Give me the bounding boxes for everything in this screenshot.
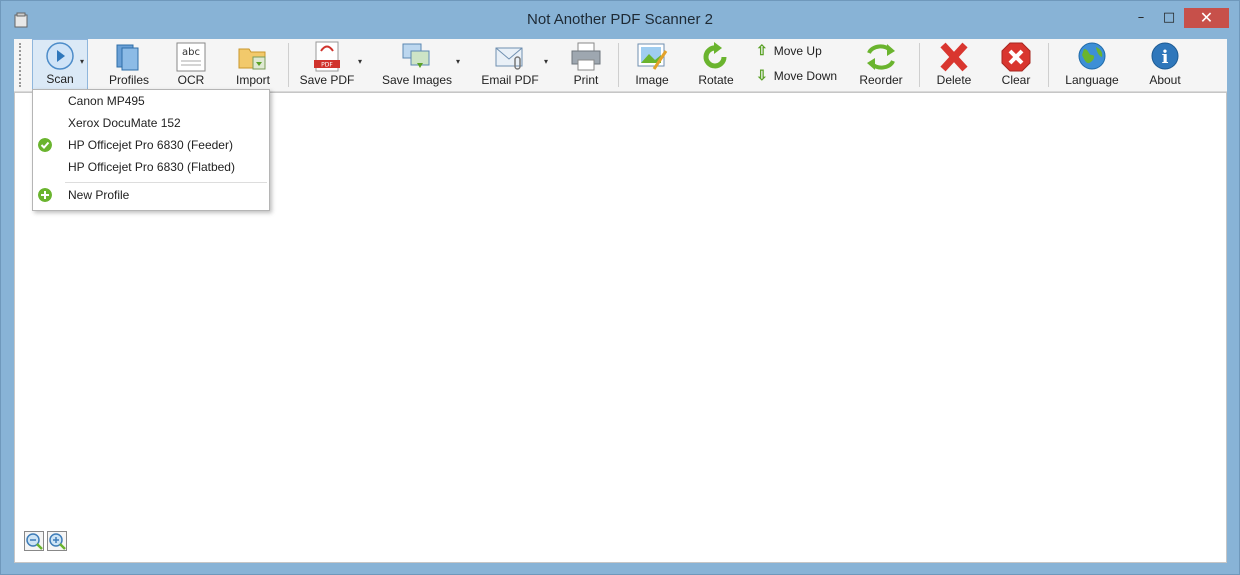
printer-icon bbox=[571, 42, 601, 71]
move-down-button[interactable]: ⇩ Move Down bbox=[756, 64, 837, 86]
ocr-icon-text: abc bbox=[182, 47, 200, 58]
scan-dropdown-arrow[interactable]: ▾ bbox=[80, 57, 84, 66]
delete-x-icon bbox=[940, 42, 968, 72]
menu-item-label: Canon MP495 bbox=[68, 94, 145, 108]
zoom-in-button[interactable] bbox=[47, 531, 67, 551]
app-window: Not Another PDF Scanner 2 – □ ✕ Scan ▾ P… bbox=[0, 0, 1240, 575]
info-icon: i bbox=[1151, 42, 1179, 70]
menu-item-label: HP Officejet Pro 6830 (Flatbed) bbox=[68, 160, 235, 174]
import-label: Import bbox=[235, 73, 270, 87]
import-folder-icon bbox=[238, 48, 266, 70]
save-images-button[interactable]: Save Images bbox=[378, 39, 456, 91]
ocr-label: OCR bbox=[177, 73, 205, 87]
reorder-label: Reorder bbox=[859, 73, 903, 87]
menu-item-new-profile[interactable]: New Profile bbox=[33, 184, 269, 206]
clear-label: Clear bbox=[1001, 73, 1031, 87]
scan-icon bbox=[46, 42, 74, 70]
toolbar-separator bbox=[1048, 43, 1049, 87]
zoom-out-icon bbox=[26, 533, 43, 550]
reorder-button[interactable]: Reorder bbox=[852, 39, 910, 91]
minimize-button[interactable]: – bbox=[1128, 8, 1154, 28]
move-up-label: Move Up bbox=[773, 44, 822, 58]
toolbar-separator bbox=[288, 43, 289, 87]
window-title: Not Another PDF Scanner 2 bbox=[527, 11, 713, 28]
image-label: Image bbox=[635, 73, 669, 87]
ocr-button[interactable]: abc OCR bbox=[164, 39, 218, 91]
rotate-label: Rotate bbox=[698, 73, 734, 87]
toolbar-grip[interactable] bbox=[19, 43, 23, 87]
save-images-icon bbox=[402, 43, 430, 68]
about-button[interactable]: i About bbox=[1136, 39, 1194, 91]
menu-item-label: New Profile bbox=[68, 188, 130, 202]
menu-item-label: Xerox DocuMate 152 bbox=[68, 116, 181, 130]
toolbar-separator bbox=[618, 43, 619, 87]
profiles-label: Profiles bbox=[108, 73, 149, 87]
toolbar: Scan ▾ Profiles abc OCR Import PDF Save … bbox=[14, 39, 1227, 92]
save-pdf-dropdown-arrow[interactable]: ▾ bbox=[358, 57, 362, 66]
about-label: About bbox=[1149, 73, 1181, 87]
menu-separator bbox=[65, 182, 267, 183]
email-pdf-label: Email PDF bbox=[481, 73, 539, 87]
delete-button[interactable]: Delete bbox=[928, 39, 980, 91]
save-images-dropdown-arrow[interactable]: ▾ bbox=[456, 57, 460, 66]
checkmark-icon bbox=[38, 138, 52, 152]
toolbar-separator bbox=[919, 43, 920, 87]
pdf-icon: PDF bbox=[314, 41, 340, 72]
profiles-icon bbox=[116, 44, 139, 71]
scan-label: Scan bbox=[46, 72, 74, 86]
image-edit-icon bbox=[637, 43, 668, 70]
move-down-label: Move Down bbox=[773, 69, 838, 83]
maximize-button[interactable]: □ bbox=[1156, 8, 1182, 28]
email-pdf-dropdown-arrow[interactable]: ▾ bbox=[544, 57, 548, 66]
menu-item-profile[interactable]: Canon MP495 bbox=[33, 90, 269, 112]
menu-item-profile[interactable]: HP Officejet Pro 6830 (Feeder) bbox=[33, 134, 269, 156]
move-up-button[interactable]: ⇧ Move Up bbox=[756, 39, 822, 61]
title-bar: Not Another PDF Scanner 2 – □ ✕ bbox=[1, 1, 1239, 39]
clear-button[interactable]: Clear bbox=[990, 39, 1042, 91]
delete-label: Delete bbox=[936, 73, 972, 87]
image-button[interactable]: Image bbox=[624, 39, 680, 91]
arrow-down-icon: ⇩ bbox=[756, 67, 768, 83]
info-icon-text: i bbox=[1162, 47, 1169, 68]
menu-item-label: HP Officejet Pro 6830 (Feeder) bbox=[68, 138, 233, 152]
globe-icon bbox=[1078, 42, 1106, 70]
ocr-icon: abc bbox=[176, 42, 206, 72]
print-label: Print bbox=[573, 73, 599, 87]
clear-icon bbox=[1001, 42, 1031, 72]
menu-item-profile[interactable]: Xerox DocuMate 152 bbox=[33, 112, 269, 134]
language-label: Language bbox=[1065, 73, 1119, 87]
menu-item-profile[interactable]: HP Officejet Pro 6830 (Flatbed) bbox=[33, 156, 269, 178]
email-pdf-button[interactable]: Email PDF bbox=[476, 39, 544, 91]
add-icon bbox=[38, 188, 52, 202]
email-icon bbox=[495, 47, 523, 70]
save-pdf-button[interactable]: PDF Save PDF bbox=[296, 39, 358, 91]
zoom-out-button[interactable] bbox=[24, 531, 44, 551]
close-button[interactable]: ✕ bbox=[1184, 8, 1229, 28]
import-button[interactable]: Import bbox=[226, 39, 280, 91]
language-button[interactable]: Language bbox=[1058, 39, 1126, 91]
pdf-icon-text: PDF bbox=[321, 62, 333, 69]
zoom-in-icon bbox=[49, 533, 66, 550]
print-button[interactable]: Print bbox=[560, 39, 612, 91]
rotate-button[interactable]: Rotate bbox=[690, 39, 742, 91]
reorder-icon bbox=[867, 44, 895, 70]
save-pdf-label: Save PDF bbox=[299, 73, 355, 87]
save-images-label: Save Images bbox=[381, 73, 453, 87]
rotate-icon bbox=[703, 42, 727, 69]
profiles-button[interactable]: Profiles bbox=[102, 39, 156, 91]
scan-profile-menu: Canon MP495 Xerox DocuMate 152 HP Office… bbox=[32, 89, 270, 211]
arrow-up-icon: ⇧ bbox=[756, 42, 768, 58]
